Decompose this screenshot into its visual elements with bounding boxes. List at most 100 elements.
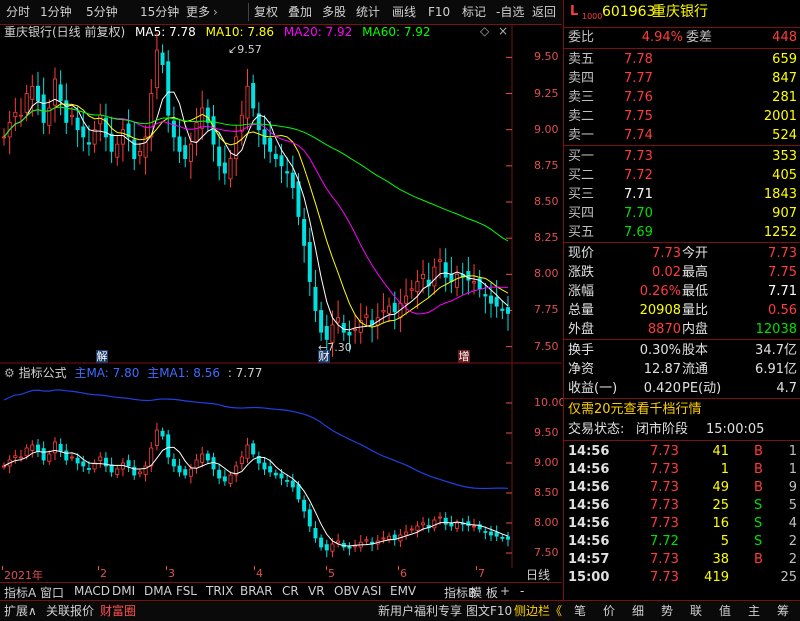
- indicator-tab[interactable]: 窗口: [40, 584, 64, 601]
- candle-body[interactable]: [273, 472, 278, 476]
- candle-body[interactable]: [143, 136, 148, 158]
- tab-more[interactable]: 更多: [186, 4, 210, 20]
- candle-body[interactable]: [262, 462, 267, 470]
- detail-tab[interactable]: 联: [690, 603, 702, 619]
- candle-body[interactable]: [313, 286, 318, 311]
- indicator-tab[interactable]: DMI: [112, 584, 135, 598]
- candle-body[interactable]: [489, 531, 494, 536]
- candle-body[interactable]: [81, 461, 86, 467]
- candle-body[interactable]: [404, 295, 409, 304]
- candle-body[interactable]: [268, 466, 273, 473]
- candle-body[interactable]: [211, 116, 216, 145]
- candle-body[interactable]: [166, 61, 171, 116]
- candle-body[interactable]: [455, 522, 460, 529]
- draw-line-button[interactable]: 画线: [392, 4, 416, 20]
- indicator-tab[interactable]: 指标A: [4, 584, 36, 601]
- expand-button[interactable]: 扩展∧: [4, 603, 37, 619]
- candle-body[interactable]: [24, 93, 29, 113]
- candle-body[interactable]: [443, 262, 448, 278]
- candle-body[interactable]: [432, 266, 437, 287]
- back-button[interactable]: 返回: [532, 4, 556, 20]
- candle-body[interactable]: [115, 468, 120, 475]
- candle-body[interactable]: [58, 444, 63, 452]
- candle-body[interactable]: [251, 443, 256, 455]
- candle-body[interactable]: [41, 448, 46, 461]
- indicator-tab[interactable]: FSL: [176, 584, 197, 598]
- candle-body[interactable]: [483, 294, 488, 297]
- tab-5min[interactable]: 5分钟: [86, 4, 118, 20]
- candle-body[interactable]: [330, 324, 335, 343]
- candle-body[interactable]: [92, 129, 97, 145]
- indicator-tab[interactable]: BRAR: [240, 584, 273, 598]
- candle-body[interactable]: [438, 259, 443, 262]
- candle-body[interactable]: [35, 85, 40, 102]
- candle-body[interactable]: [115, 143, 120, 158]
- candle-body[interactable]: [126, 460, 131, 467]
- candle-body[interactable]: [387, 535, 392, 540]
- candle-body[interactable]: [154, 49, 159, 89]
- candle-body[interactable]: [290, 172, 295, 188]
- candle-body[interactable]: [211, 457, 216, 470]
- candle-body[interactable]: [302, 218, 307, 246]
- candle-body[interactable]: [409, 528, 414, 531]
- candle-body[interactable]: [160, 430, 165, 437]
- candle-body[interactable]: [86, 468, 91, 470]
- candle-body[interactable]: [154, 429, 159, 447]
- candle-body[interactable]: [13, 111, 18, 118]
- candle-body[interactable]: [347, 331, 352, 336]
- f10-text-button[interactable]: 图文F10: [466, 603, 512, 619]
- candle-body[interactable]: [324, 544, 329, 551]
- candle-body[interactable]: [353, 328, 358, 331]
- promo-link[interactable]: 新用户福利专享: [378, 603, 462, 619]
- candle-body[interactable]: [205, 107, 210, 123]
- candle-body[interactable]: [313, 527, 318, 539]
- adjust-button[interactable]: 复权: [254, 4, 278, 20]
- event-tag-financial[interactable]: 财: [318, 350, 330, 363]
- candle-body[interactable]: [75, 457, 80, 464]
- candle-body[interactable]: [194, 459, 199, 469]
- candle-body[interactable]: [98, 114, 103, 125]
- candlestick-chart[interactable]: [0, 24, 562, 364]
- candle-body[interactable]: [2, 465, 7, 468]
- candle-body[interactable]: [24, 447, 29, 457]
- candle-body[interactable]: [273, 153, 278, 160]
- indicator-tab[interactable]: CR: [282, 584, 299, 598]
- candle-body[interactable]: [347, 546, 352, 549]
- statistics-button[interactable]: 统计: [356, 4, 380, 20]
- sidebar-toggle[interactable]: 侧边栏《: [514, 603, 562, 619]
- candle-body[interactable]: [137, 150, 142, 157]
- indicator-tab[interactable]: -: [520, 584, 524, 598]
- candle-body[interactable]: [177, 136, 182, 152]
- indicator-tab[interactable]: ASI: [362, 584, 381, 598]
- candle-body[interactable]: [166, 434, 171, 458]
- candle-body[interactable]: [228, 158, 233, 180]
- candle-body[interactable]: [30, 444, 35, 451]
- candle-body[interactable]: [160, 52, 165, 65]
- candle-body[interactable]: [404, 531, 409, 536]
- indicator-tab[interactable]: OBV: [334, 584, 360, 598]
- candle-body[interactable]: [489, 295, 494, 304]
- candle-body[interactable]: [200, 453, 205, 463]
- candle-body[interactable]: [472, 281, 477, 284]
- tab-1min[interactable]: 1分钟: [40, 4, 72, 20]
- candle-body[interactable]: [217, 146, 222, 167]
- candle-body[interactable]: [137, 471, 142, 475]
- candle-body[interactable]: [472, 525, 477, 528]
- candle-body[interactable]: [245, 444, 250, 459]
- candle-body[interactable]: [285, 171, 290, 174]
- candle-body[interactable]: [307, 509, 312, 527]
- candle-body[interactable]: [505, 307, 510, 314]
- candle-body[interactable]: [505, 536, 510, 540]
- candle-body[interactable]: [364, 314, 369, 319]
- detail-tab[interactable]: 笔: [574, 603, 586, 619]
- candle-body[interactable]: [30, 85, 35, 100]
- candle-body[interactable]: [183, 469, 188, 476]
- candle-body[interactable]: [324, 325, 329, 340]
- candle-body[interactable]: [251, 82, 256, 109]
- candle-body[interactable]: [245, 85, 250, 119]
- candle-body[interactable]: [494, 532, 499, 537]
- candle-body[interactable]: [500, 536, 505, 539]
- mark-button[interactable]: 标记: [462, 4, 486, 20]
- indicator-tab[interactable]: +: [500, 584, 510, 598]
- candle-body[interactable]: [239, 456, 244, 464]
